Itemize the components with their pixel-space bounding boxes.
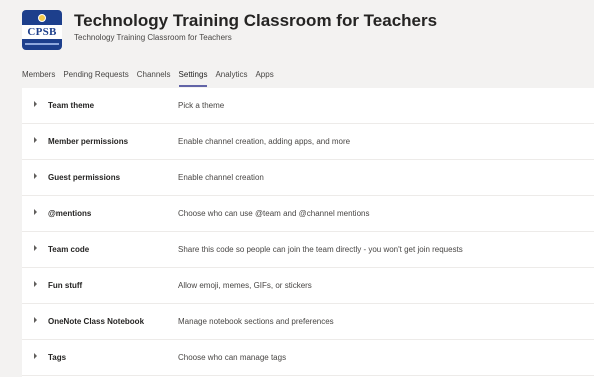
tab-pending-requests[interactable]: Pending Requests [63,69,128,83]
settings-panel: Team theme Pick a theme Member permissio… [22,88,594,377]
setting-description: Pick a theme [178,101,225,110]
tab-channels[interactable]: Channels [137,69,171,83]
settings-row-guest-permissions[interactable]: Guest permissions Enable channel creatio… [22,160,594,196]
setting-description: Share this code so people can join the t… [178,245,463,254]
ellipsis-icon[interactable]: ··· [318,14,333,28]
settings-row-mentions[interactable]: @mentions Choose who can use @team and @… [22,196,594,232]
chevron-right-icon [34,173,37,179]
settings-row-member-permissions[interactable]: Member permissions Enable channel creati… [22,124,594,160]
settings-row-fun-stuff[interactable]: Fun stuff Allow emoji, memes, GIFs, or s… [22,268,594,304]
chevron-right-icon [34,209,37,215]
settings-row-team-code[interactable]: Team code Share this code so people can … [22,232,594,268]
chevron-right-icon [34,137,37,143]
setting-name: Team code [48,245,90,254]
setting-description: Choose who can manage tags [178,353,287,362]
setting-name: Guest permissions [48,173,121,182]
setting-name: Tags [48,353,67,362]
setting-description: Enable channel creation [178,173,264,182]
setting-name: Fun stuff [48,281,83,290]
setting-description: Enable channel creation, adding apps, an… [178,137,351,146]
setting-description: Allow emoji, memes, GIFs, or stickers [178,281,312,290]
tab-analytics[interactable]: Analytics [215,69,247,83]
team-header: CPSB Technology Training Classroom for T… [0,0,594,90]
tab-apps[interactable]: Apps [255,69,273,83]
team-subtitle: Technology Training Classroom for Teache… [74,33,232,42]
team-title: Technology Training Classroom for Teache… [74,11,438,30]
chevron-right-icon [34,281,37,287]
setting-name: @mentions [48,209,92,218]
settings-row-team-theme[interactable]: Team theme Pick a theme [22,88,594,124]
chevron-right-icon [34,101,37,107]
tab-members[interactable]: Members [22,69,55,83]
settings-row-onenote-class-notebook[interactable]: OneNote Class Notebook Manage notebook s… [22,304,594,340]
logo-stripe [25,43,59,45]
setting-name: OneNote Class Notebook [48,317,145,326]
tab-bar: Members Pending Requests Channels Settin… [22,69,282,87]
logo-text: CPSB [22,25,62,39]
chevron-right-icon [34,245,37,251]
chevron-right-icon [34,353,37,359]
setting-name: Member permissions [48,137,129,146]
setting-description: Manage notebook sections and preferences [178,317,334,326]
tab-settings[interactable]: Settings [178,69,207,87]
setting-description: Choose who can use @team and @channel me… [178,209,370,218]
settings-row-tags[interactable]: Tags Choose who can manage tags [22,340,594,376]
team-logo: CPSB [22,10,62,50]
chevron-right-icon [34,317,37,323]
setting-name: Team theme [48,101,95,110]
seal-icon [38,14,46,22]
